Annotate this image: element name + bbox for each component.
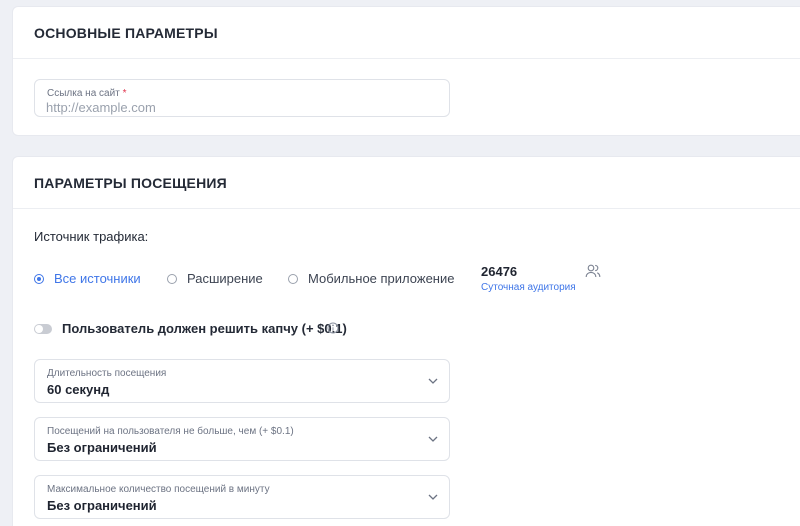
info-icon[interactable]	[327, 322, 339, 334]
site-link-field[interactable]: Ссылка на сайт *	[34, 79, 450, 117]
visit-duration-value: 60 секунд	[47, 382, 110, 397]
visit-parameters-title: ПАРАМЕТРЫ ПОСЕЩЕНИЯ	[34, 174, 227, 191]
site-link-input[interactable]	[46, 99, 426, 115]
radio-dot	[34, 273, 44, 284]
radio-mobile-app[interactable]: Мобильное приложение	[288, 271, 454, 286]
captcha-label: Пользователь должен решить капчу (+ $0.1…	[62, 321, 347, 336]
radio-dot	[167, 273, 177, 284]
site-link-label-text: Ссылка на сайт	[47, 88, 120, 99]
chevron-down-icon	[428, 378, 438, 384]
visit-parameters-header: ПАРАМЕТРЫ ПОСЕЩЕНИЯ	[13, 157, 800, 209]
chevron-down-icon	[428, 494, 438, 500]
basic-parameters-title: ОСНОВНЫЕ ПАРАМЕТРЫ	[34, 24, 218, 41]
users-icon	[585, 264, 601, 278]
radio-all-sources[interactable]: Все источники	[34, 271, 141, 286]
visit-duration-select[interactable]: Длительность посещения 60 секунд	[34, 359, 450, 403]
radio-all-sources-label: Все источники	[54, 271, 141, 286]
visit-parameters-card: ПАРАМЕТРЫ ПОСЕЩЕНИЯ Источник трафика: Вс…	[12, 156, 800, 526]
site-link-label: Ссылка на сайт *	[47, 88, 126, 99]
required-mark: *	[122, 88, 127, 99]
max-visits-per-user-value: Без ограничений	[47, 440, 157, 455]
chevron-down-icon	[428, 436, 438, 442]
captcha-toggle[interactable]	[34, 324, 52, 334]
radio-dot	[288, 273, 298, 284]
basic-parameters-header: ОСНОВНЫЕ ПАРАМЕТРЫ	[13, 7, 800, 59]
max-visits-per-user-label: Посещений на пользователя не больше, чем…	[47, 426, 294, 437]
visit-duration-label: Длительность посещения	[47, 368, 167, 379]
daily-audience-label: Суточная аудитория	[481, 282, 576, 293]
radio-extension[interactable]: Расширение	[167, 271, 263, 286]
max-visits-per-minute-value: Без ограничений	[47, 498, 157, 513]
max-visits-per-user-select[interactable]: Посещений на пользователя не больше, чем…	[34, 417, 450, 461]
radio-mobile-app-label: Мобильное приложение	[308, 271, 455, 286]
basic-parameters-card: ОСНОВНЫЕ ПАРАМЕТРЫ Ссылка на сайт *	[12, 6, 800, 136]
radio-extension-label: Расширение	[187, 271, 263, 286]
max-visits-per-minute-select[interactable]: Максимальное количество посещений в мину…	[34, 475, 450, 519]
traffic-source-label: Источник трафика:	[34, 229, 149, 244]
toggle-knob	[35, 325, 43, 333]
max-visits-per-minute-label: Максимальное количество посещений в мину…	[47, 484, 270, 495]
daily-audience-value: 26476	[481, 264, 518, 279]
